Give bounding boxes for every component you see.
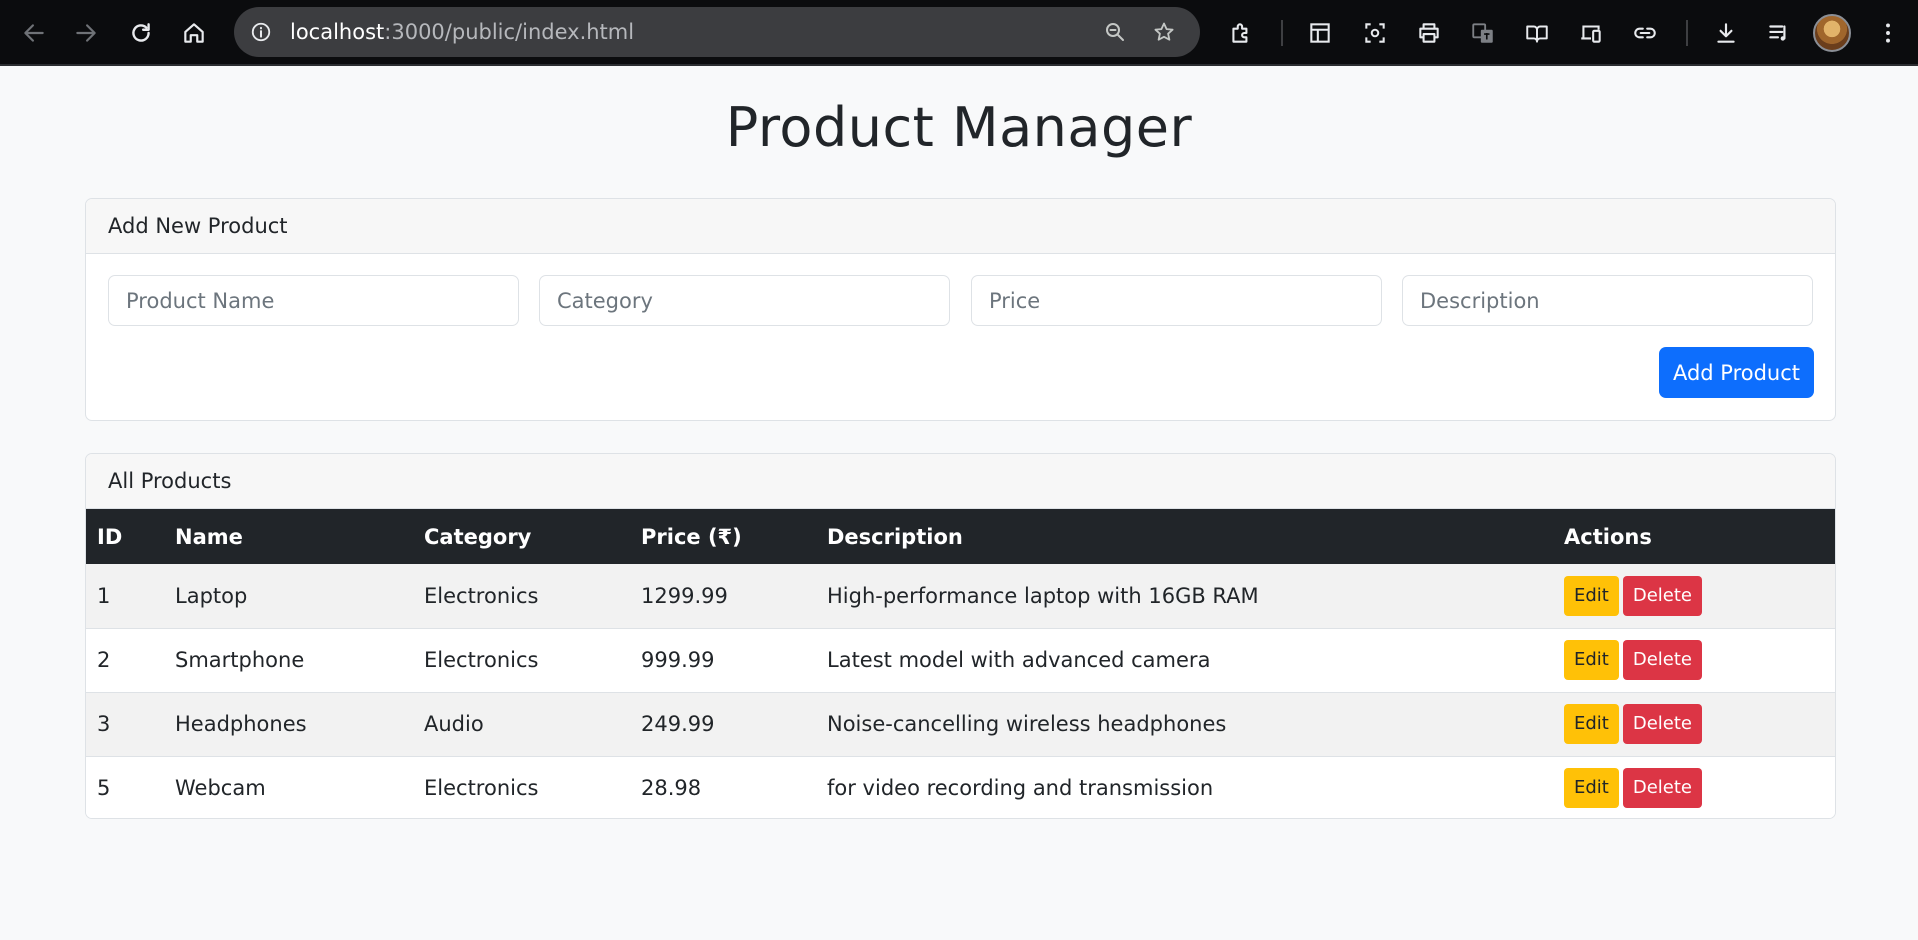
zoom-icon: [1106, 23, 1124, 41]
playlist-icon: [1769, 25, 1786, 41]
extensions-button[interactable]: [1221, 13, 1261, 53]
zoom-button[interactable]: [1098, 15, 1132, 49]
page-title: Product Manager: [725, 96, 1193, 159]
puzzle-icon: [1232, 23, 1248, 43]
edit-button[interactable]: Edit: [1564, 640, 1619, 680]
cell-id: 1: [97, 583, 111, 608]
cell-description: High-performance laptop with 16GB RAM: [827, 583, 1259, 608]
cell-category: Electronics: [424, 776, 539, 801]
forward-button[interactable]: [66, 13, 106, 53]
cell-actions: Edit Delete: [1553, 628, 1835, 692]
delete-button[interactable]: Delete: [1622, 575, 1703, 616]
home-button[interactable]: [174, 13, 214, 53]
translate-icon: [1472, 23, 1493, 43]
delete-button[interactable]: Delete: [1622, 704, 1703, 744]
delete-button[interactable]: Delete: [1622, 768, 1703, 809]
cell-name: Smartphone: [175, 648, 305, 672]
price-input[interactable]: [971, 275, 1382, 326]
printer-icon: [1419, 23, 1439, 43]
table-row: 1 Laptop Electronics 1299.99 High-perfor…: [86, 564, 1835, 628]
add-product-button[interactable]: Add Product: [1659, 347, 1814, 398]
product-name-input[interactable]: [108, 275, 519, 326]
products-table: ID Name Category Price (₹) Description A…: [86, 509, 1835, 818]
cell-description: Noise-cancelling wireless headphones: [827, 712, 1227, 736]
link-icon: [1634, 27, 1656, 39]
table-row: 3 Headphones Audio 249.99 Noise-cancelli…: [86, 692, 1835, 756]
cell-price: 28.98: [641, 776, 702, 801]
cell-price: 249.99: [641, 712, 715, 736]
url-path: :3000/public/index.html: [384, 20, 635, 44]
screenshot-button[interactable]: [1355, 13, 1395, 53]
download-icon: [1717, 23, 1735, 43]
add-product-card: Add New Product Add Product: [85, 198, 1836, 421]
category-input[interactable]: [539, 275, 950, 326]
edit-button[interactable]: Edit: [1564, 575, 1619, 616]
url-host: localhost: [290, 20, 385, 44]
cell-id: 3: [97, 712, 111, 736]
table-row: 5 Webcam Electronics 28.98 for video rec…: [86, 756, 1835, 818]
column-header-price: Price (₹): [641, 524, 742, 549]
toolbar-divider: [1281, 20, 1283, 46]
devices-icon: [1581, 25, 1601, 43]
cell-id: 2: [97, 648, 111, 672]
address-bar[interactable]: localhost:3000/public/index.html: [234, 7, 1200, 57]
cell-price: 999.99: [641, 648, 715, 672]
profile-avatar[interactable]: [1813, 14, 1851, 52]
book-icon: [1526, 25, 1548, 43]
site-info-button[interactable]: [244, 15, 278, 49]
reading-mode-button[interactable]: [1517, 13, 1557, 53]
browser-menu-button[interactable]: [1868, 13, 1908, 53]
cell-price: 1299.99: [641, 583, 728, 608]
column-header-actions: Actions: [1564, 524, 1652, 549]
cell-name: Headphones: [175, 712, 307, 736]
cell-actions: Edit Delete: [1553, 692, 1835, 756]
print-button[interactable]: [1409, 13, 1449, 53]
info-icon: [251, 22, 271, 42]
edit-button[interactable]: Edit: [1564, 704, 1619, 744]
home-icon: [184, 23, 204, 43]
downloads-button[interactable]: [1706, 13, 1746, 53]
cell-category: Electronics: [424, 583, 539, 608]
media-button[interactable]: [1759, 13, 1799, 53]
description-input[interactable]: [1402, 275, 1813, 326]
all-products-card: All Products ID Name Category Price (₹) …: [85, 453, 1836, 819]
all-products-header: All Products: [86, 454, 1835, 509]
devices-button[interactable]: [1571, 13, 1611, 53]
bookmark-button[interactable]: [1147, 15, 1181, 49]
column-header-name: Name: [175, 524, 243, 549]
star-icon: [1154, 22, 1174, 41]
copy-link-button[interactable]: [1625, 13, 1665, 53]
toolbar-divider: [1686, 20, 1688, 46]
cell-description: for video recording and transmission: [827, 776, 1214, 801]
column-header-description: Description: [827, 524, 963, 549]
camera-scan-icon: [1365, 23, 1385, 43]
table-row: 2 Smartphone Electronics 999.99 Latest m…: [86, 628, 1835, 692]
column-header-category: Category: [424, 524, 532, 549]
delete-button[interactable]: Delete: [1622, 640, 1703, 680]
url-text[interactable]: localhost:3000/public/index.html: [290, 7, 634, 57]
translate-button[interactable]: [1463, 13, 1503, 53]
cell-name: Laptop: [175, 583, 248, 608]
add-product-header: Add New Product: [86, 199, 1835, 254]
cell-category: Electronics: [424, 648, 539, 672]
cell-description: Latest model with advanced camera: [827, 648, 1211, 672]
arrow-left-icon: [24, 24, 44, 42]
reload-button[interactable]: [121, 13, 161, 53]
cell-category: Audio: [424, 712, 484, 736]
table-header-row: ID Name Category Price (₹) Description A…: [86, 509, 1835, 564]
edit-button[interactable]: Edit: [1564, 768, 1619, 809]
cell-name: Webcam: [175, 776, 266, 801]
kebab-menu-icon: [1886, 23, 1890, 43]
cell-id: 5: [97, 776, 111, 801]
layout-icon: [1310, 23, 1330, 43]
arrow-right-icon: [76, 24, 96, 42]
tab-layout-button[interactable]: [1300, 13, 1340, 53]
column-header-id: ID: [97, 524, 123, 549]
reload-icon: [132, 23, 150, 42]
back-button[interactable]: [14, 13, 54, 53]
cell-actions: Edit Delete: [1553, 756, 1835, 818]
browser-toolbar: localhost:3000/public/index.html: [0, 0, 1918, 66]
cell-actions: Edit Delete: [1553, 564, 1835, 628]
